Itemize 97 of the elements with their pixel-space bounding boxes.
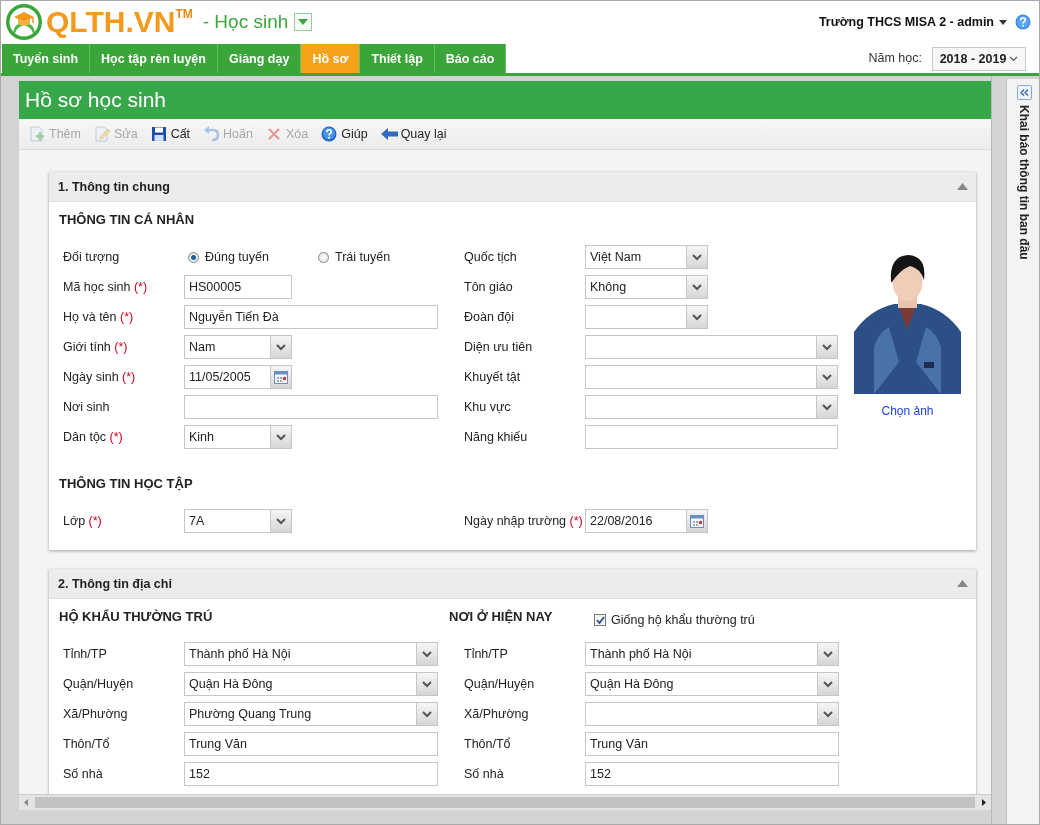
field-label: Quận/Huyện [63, 677, 135, 691]
undo-icon [203, 126, 221, 142]
radio-option[interactable]: Đúng tuyến [188, 250, 314, 264]
radio-option[interactable]: Trái tuyến [318, 250, 391, 264]
field-label: Dân tộc (*) [63, 430, 124, 444]
section-heading: THÔNG TIN CÁ NHÂN [59, 212, 196, 228]
field-label: Ngày nhập trường (*) [464, 514, 584, 528]
module-dropdown-button[interactable] [294, 13, 313, 31]
field-label: Nơi sinh [63, 400, 111, 414]
calendar-icon [274, 370, 288, 384]
trademark-mark: TM [175, 7, 193, 21]
collapse-triangle-icon [957, 580, 968, 587]
help-icon[interactable] [1015, 14, 1031, 30]
add-document-icon [29, 126, 46, 142]
date-field[interactable]: 11/05/2005 [184, 365, 292, 389]
toolbar-button[interactable]: Cất [150, 126, 191, 142]
school-year-label: Năm học: [868, 51, 922, 65]
side-panel-title: Khai báo thông tin ban đầu [1017, 105, 1031, 260]
dropdown-field[interactable]: Việt Nam [585, 245, 708, 269]
field-label: Đối tượng [63, 250, 121, 264]
save-icon [150, 126, 168, 142]
logo-text: QLTH.VN [46, 5, 176, 39]
dropdown-field[interactable]: Quận Hà Đông [585, 672, 839, 696]
text-field[interactable]: 152 [585, 762, 839, 786]
text-field[interactable] [184, 395, 438, 419]
text-field[interactable]: 152 [184, 762, 438, 786]
expand-panel-button[interactable] [1016, 85, 1032, 100]
field-label: Diện ưu tiên [464, 340, 534, 354]
field-label: Tỉnh/TP [63, 647, 108, 661]
dropdown-field[interactable]: Không [585, 275, 708, 299]
dropdown-field[interactable] [585, 365, 838, 389]
close-icon [265, 126, 283, 142]
field-label: Giới tính (*) [63, 340, 129, 354]
dropdown-field[interactable] [585, 305, 708, 329]
page-title: Hồ sơ học sinh [25, 88, 166, 112]
dropdown-field[interactable]: 7A [184, 509, 292, 533]
module-title: - Học sinh [202, 11, 289, 33]
field-label: Năng khiếu [464, 430, 529, 444]
section-heading: HỘ KHẨU THƯỜNG TRÚ [59, 609, 214, 625]
dropdown-field[interactable]: Thành phố Hà Nội [184, 642, 438, 666]
field-label: Xã/Phường [63, 707, 129, 721]
double-chevron-left-icon [1019, 89, 1029, 96]
text-field[interactable]: HS00005 [184, 275, 292, 299]
edit-document-icon [93, 126, 111, 142]
dropdown-field[interactable]: Nam [184, 335, 292, 359]
text-field[interactable]: Trung Văn [585, 732, 839, 756]
account-menu[interactable]: Trường THCS MISA 2 - admin [818, 15, 1007, 29]
help-icon [321, 126, 339, 142]
radio-button[interactable] [188, 251, 199, 263]
dropdown-field[interactable]: Kinh [184, 425, 292, 449]
field-label: Số nhà [63, 767, 104, 781]
dropdown-field[interactable]: Thành phố Hà Nội [585, 642, 839, 666]
triangle-down-icon [298, 19, 309, 25]
date-field[interactable]: 22/08/2016 [585, 509, 708, 533]
toolbar-button[interactable]: Quay lại [380, 126, 447, 142]
collapse-triangle-icon [957, 183, 968, 190]
check-icon [595, 615, 605, 624]
horizontal-scrollbar[interactable] [19, 794, 991, 810]
back-arrow-icon [380, 126, 398, 142]
radio-button[interactable] [318, 251, 329, 263]
section-header[interactable]: 1. Thông tin chung [49, 172, 976, 202]
chevron-down-icon [1009, 55, 1019, 62]
caret-down-icon [999, 19, 1007, 25]
dropdown-field[interactable] [585, 395, 838, 419]
field-label: Số nhà [464, 767, 505, 781]
text-field[interactable]: Trung Văn [184, 732, 438, 756]
section-heading: NƠI Ở HIỆN NAY [449, 609, 554, 625]
field-label: Lớp (*) [63, 514, 103, 528]
text-field[interactable]: Nguyễn Tiến Đà [184, 305, 438, 329]
text-field[interactable] [585, 425, 838, 449]
dropdown-field[interactable] [585, 702, 839, 726]
field-label: Thôn/Tổ [63, 737, 111, 751]
section-title: 1. Thông tin chung [58, 179, 171, 194]
field-label: Khuyết tật [464, 370, 522, 384]
dropdown-field[interactable]: Quận Hà Đông [184, 672, 438, 696]
field-label: Tôn giáo [464, 280, 514, 294]
field-label: Ngày sinh (*) [63, 370, 137, 384]
field-label: Quốc tịch [464, 250, 518, 264]
section-title: 2. Thông tin địa chỉ [58, 576, 173, 591]
field-label: Khu vực [464, 400, 512, 414]
field-label: Quận/Huyện [464, 677, 536, 691]
field-label: Thôn/Tổ [464, 737, 512, 751]
field-label: Mã học sinh (*) [63, 280, 149, 294]
choose-photo-link[interactable]: Chọn ảnh [881, 404, 934, 418]
field-label: Họ và tên (*) [63, 310, 135, 324]
checkbox-box[interactable] [594, 613, 606, 626]
school-year-dropdown[interactable]: 2018 - 2019 [932, 46, 1026, 71]
calendar-icon [690, 514, 704, 528]
toolbar-button[interactable]: Giúp [321, 126, 368, 142]
dropdown-field[interactable]: Phường Quang Trung [184, 702, 438, 726]
section-heading: THÔNG TIN HỌC TẬP [59, 476, 194, 492]
dropdown-field[interactable] [585, 335, 838, 359]
section-header[interactable]: 2. Thông tin địa chỉ [49, 569, 976, 599]
checkbox[interactable]: Giống hộ khẩu thường trú [594, 612, 755, 627]
field-label: Xã/Phường [464, 707, 530, 721]
field-label: Tỉnh/TP [464, 647, 509, 661]
field-label: Đoàn đội [464, 310, 516, 324]
